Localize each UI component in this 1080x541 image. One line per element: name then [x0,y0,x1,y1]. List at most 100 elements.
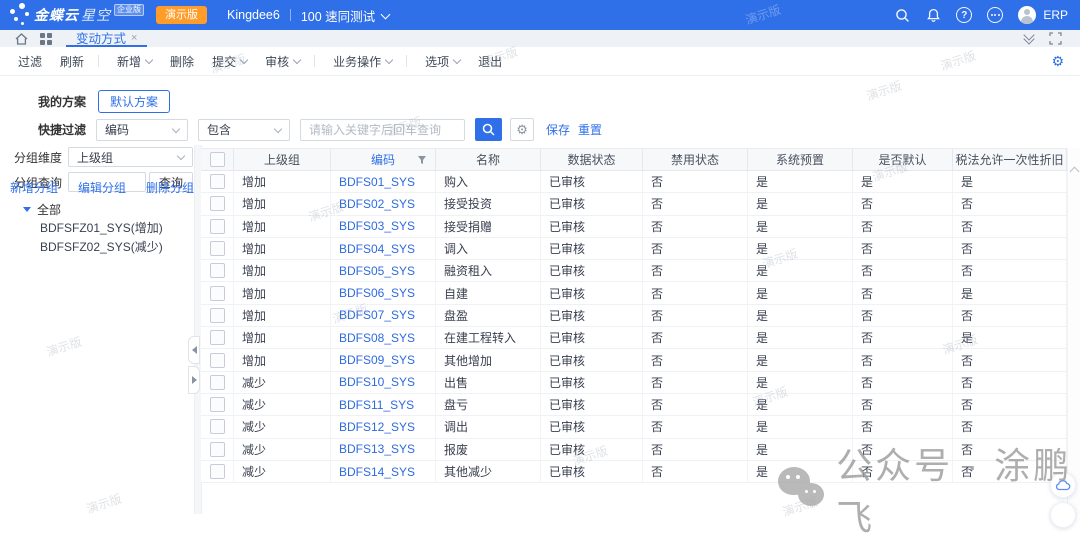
cloud-assistant-button[interactable] [1050,472,1076,498]
code-link-cell[interactable]: BDFS02_SYS [331,193,436,214]
fullscreen-icon[interactable] [1049,32,1062,45]
column-header-4[interactable]: 禁用状态 [643,149,748,170]
toolbar-button-8[interactable]: 退出 [478,53,502,70]
collapse-tabs-icon[interactable] [1025,35,1033,43]
toolbar-button-3[interactable]: 删除 [170,53,194,70]
code-link-cell[interactable]: BDFS10_SYS [331,372,436,393]
column-header-5[interactable]: 系统预置 [748,149,853,170]
group-link-1[interactable]: 编辑分组 [78,179,126,196]
row-checkbox[interactable] [201,349,234,370]
table-row[interactable]: 增加BDFS08_SYS在建工程转入已审核否是否是 [201,327,1067,349]
tab-biandongfangshi[interactable]: 变动方式 × [66,30,147,47]
table-row[interactable]: 减少BDFS14_SYS其他减少已审核否是否否 [201,461,1067,483]
tree-item[interactable]: BDFSFZ01_SYS(增加) [0,218,194,237]
help-icon[interactable]: ? [956,7,972,23]
code-link-cell[interactable]: BDFS08_SYS [331,327,436,348]
row-checkbox[interactable] [201,416,234,437]
table-row[interactable]: 增加BDFS07_SYS盘盈已审核否是否否 [201,305,1067,327]
group-link-2[interactable]: 删除分组 [146,179,194,196]
user-name[interactable]: ERP [1043,8,1068,22]
code-link-cell[interactable]: BDFS05_SYS [331,260,436,281]
code-link-cell[interactable]: BDFS06_SYS [331,282,436,303]
table-cell: 增加 [234,282,331,303]
table-row[interactable]: 减少BDFS11_SYS盘亏已审核否是否否 [201,394,1067,416]
scroll-up-icon[interactable] [1070,167,1080,177]
column-header-3[interactable]: 数据状态 [541,149,643,170]
account-name[interactable]: Kingdee6 [227,8,280,22]
row-checkbox[interactable] [201,394,234,415]
table-row[interactable]: 增加BDFS05_SYS融资租入已审核否是否否 [201,260,1067,282]
tree-item[interactable]: BDFSFZ02_SYS(减少) [0,237,194,256]
toolbar-button-1[interactable]: 刷新 [60,53,84,70]
column-header-6[interactable]: 是否默认 [853,149,953,170]
filter-settings-gear-icon[interactable]: ⚙ [510,118,534,141]
code-link-cell[interactable]: BDFS11_SYS [331,394,436,415]
search-icon[interactable] [894,7,910,23]
expand-panel-handle[interactable] [188,366,200,394]
row-checkbox[interactable] [201,171,234,192]
toolbar-button-7[interactable]: 选项 [425,53,460,70]
code-link-cell[interactable]: BDFS14_SYS [331,461,436,482]
row-checkbox[interactable] [201,439,234,460]
code-link-cell[interactable]: BDFS09_SYS [331,349,436,370]
menu-grid-icon[interactable] [40,33,52,45]
code-link-cell[interactable]: BDFS12_SYS [331,416,436,437]
save-link[interactable]: 保存 [546,121,570,138]
toolbar-button-4[interactable]: 提交 [212,53,247,70]
table-row[interactable]: 减少BDFS12_SYS调出已审核否是否否 [201,416,1067,438]
table-row[interactable]: 减少BDFS13_SYS报废已审核否是否否 [201,439,1067,461]
toolbar-button-6[interactable]: 业务操作 [333,53,392,70]
tab-close-icon[interactable]: × [131,32,137,44]
filter-operator-select[interactable]: 包含 [198,119,290,141]
assistant-icon[interactable] [987,7,1003,23]
table-row[interactable]: 增加BDFS01_SYS购入已审核否是是是 [201,171,1067,193]
notification-bell-icon[interactable] [925,7,941,23]
code-link-cell[interactable]: BDFS04_SYS [331,238,436,259]
table-row[interactable]: 增加BDFS06_SYS自建已审核否是否是 [201,282,1067,304]
keyword-search-input[interactable] [300,119,465,141]
code-link-cell[interactable]: BDFS07_SYS [331,305,436,326]
toolbar-button-0[interactable]: 过滤 [18,53,42,70]
filter-field-select[interactable]: 编码 [96,119,188,141]
org-chevron-down-icon[interactable] [381,9,391,19]
filter-funnel-icon[interactable] [417,155,427,165]
collapse-panel-handle[interactable] [188,336,200,364]
table-row[interactable]: 增加BDFS09_SYS其他增加已审核否是否否 [201,349,1067,371]
code-link-cell[interactable]: BDFS01_SYS [331,171,436,192]
tree-expand-icon[interactable] [23,207,31,212]
table-row[interactable]: 减少BDFS10_SYS出售已审核否是否否 [201,372,1067,394]
default-plan-button[interactable]: 默认方案 [98,90,170,113]
row-checkbox[interactable] [201,282,234,303]
toolbar-settings-gear-icon[interactable]: ⚙ [1051,53,1064,70]
select-all-checkbox[interactable] [201,149,234,170]
floating-action-button[interactable] [1050,502,1076,528]
row-checkbox[interactable] [201,327,234,348]
table-row[interactable]: 增加BDFS03_SYS接受捐赠已审核否是否否 [201,216,1067,238]
tree-root-node[interactable]: 全部 [0,200,194,218]
table-row[interactable]: 增加BDFS02_SYS接受投资已审核否是否否 [201,193,1067,215]
column-header-1[interactable]: 编码 [331,149,436,170]
grid-vertical-scrollbar[interactable] [1067,148,1080,514]
code-link-cell[interactable]: BDFS13_SYS [331,439,436,460]
column-header-7[interactable]: 税法允许一次性折旧 [953,149,1067,170]
table-row[interactable]: 增加BDFS04_SYS调入已审核否是否否 [201,238,1067,260]
group-link-0[interactable]: 新增分组 [10,179,58,196]
row-checkbox[interactable] [201,238,234,259]
row-checkbox[interactable] [201,260,234,281]
code-link-cell[interactable]: BDFS03_SYS [331,216,436,237]
row-checkbox[interactable] [201,193,234,214]
search-button[interactable] [475,118,502,141]
row-checkbox[interactable] [201,305,234,326]
column-header-2[interactable]: 名称 [436,149,541,170]
org-selector[interactable]: 100 速同测试 [301,6,375,25]
toolbar-button-2[interactable]: 新增 [117,53,152,70]
home-icon[interactable] [15,33,28,45]
group-dim-select[interactable]: 上级组 [68,147,193,167]
user-avatar[interactable] [1018,6,1036,24]
column-header-0[interactable]: 上级组 [234,149,331,170]
toolbar-button-5[interactable]: 审核 [265,53,300,70]
row-checkbox[interactable] [201,461,234,482]
row-checkbox[interactable] [201,372,234,393]
row-checkbox[interactable] [201,216,234,237]
reset-link[interactable]: 重置 [578,121,602,138]
